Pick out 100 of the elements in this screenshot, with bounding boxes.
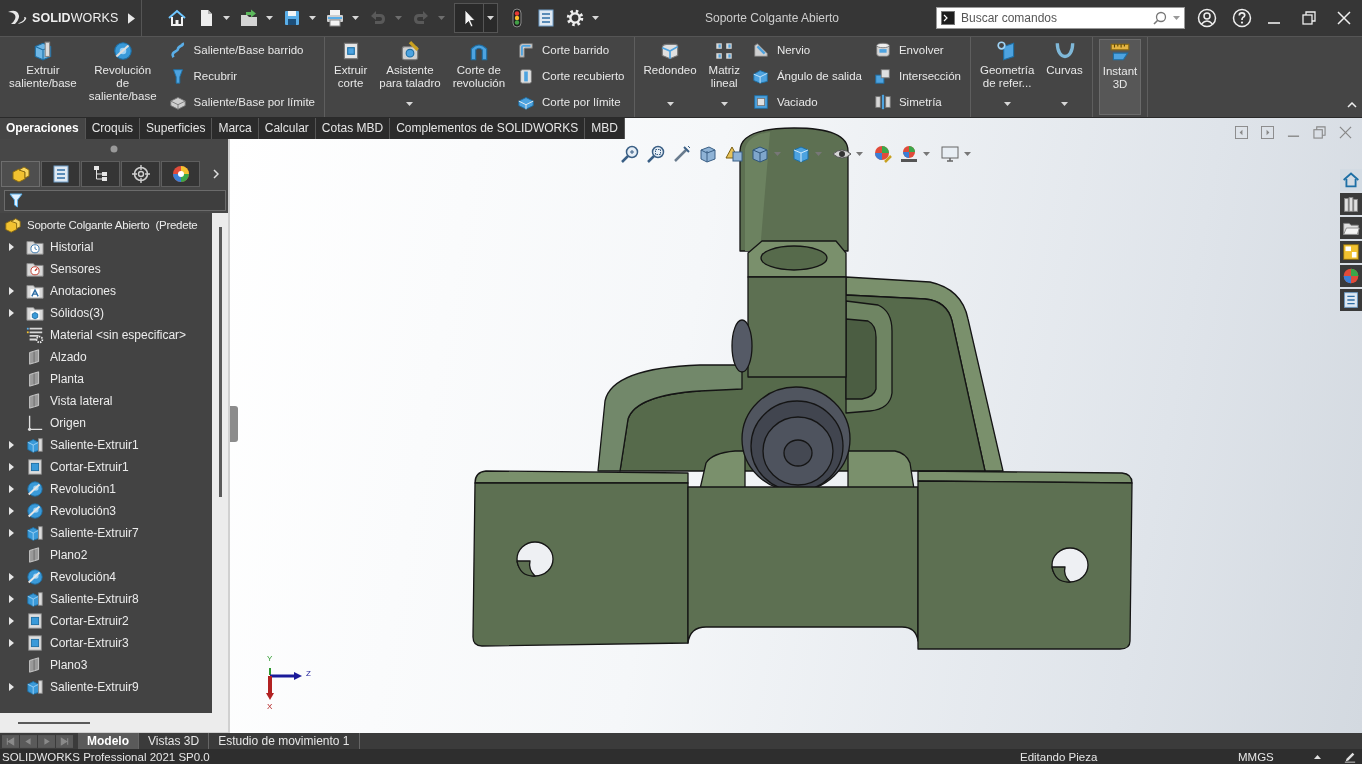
scroll-thumb[interactable] xyxy=(18,721,90,724)
tree-item[interactable]: Origen xyxy=(0,412,212,434)
wand-icon[interactable] xyxy=(672,144,692,164)
list-icon[interactable] xyxy=(536,8,556,28)
books-icon[interactable] xyxy=(1340,193,1362,215)
ribbon-button[interactable]: Corte barrido xyxy=(514,37,628,63)
ribbon-button[interactable]: Extruir saliente/base xyxy=(6,37,80,117)
ribbon-button[interactable]: Recubrir xyxy=(165,63,318,89)
expand-arrow-icon[interactable] xyxy=(8,463,14,471)
caret-up-icon[interactable] xyxy=(1314,755,1321,759)
expand-arrow-icon[interactable] xyxy=(8,507,14,515)
expand-arrow-icon[interactable] xyxy=(8,639,14,647)
expand-arrow-icon[interactable] xyxy=(8,683,14,691)
tree-item[interactable]: Planta xyxy=(0,368,212,390)
panel-tab[interactable] xyxy=(1,161,40,187)
caret-icon[interactable] xyxy=(720,102,728,106)
expand-arrow-icon[interactable] xyxy=(8,573,14,581)
chevron-right-icon[interactable] xyxy=(213,169,219,179)
splitter-handle[interactable] xyxy=(230,406,238,442)
tree-item[interactable]: Saliente-Extruir7 xyxy=(0,522,212,544)
gear-icon[interactable] xyxy=(565,8,585,28)
sectioned-cube-icon[interactable] xyxy=(698,144,718,164)
panel-tab[interactable] xyxy=(41,161,80,187)
tree-item[interactable]: Anotaciones xyxy=(0,280,212,302)
caret-icon[interactable] xyxy=(856,152,863,156)
tree-item[interactable]: Revolución4 xyxy=(0,566,212,588)
tree-item[interactable]: Sólidos(3) xyxy=(0,302,212,324)
expand-arrow-icon[interactable] xyxy=(8,485,14,493)
tree-item[interactable]: Plano2 xyxy=(0,544,212,566)
filter-field[interactable] xyxy=(4,190,226,211)
grip-dot-icon[interactable] xyxy=(110,145,118,153)
ribbon-button[interactable]: Envolver xyxy=(870,37,964,63)
tree-item[interactable]: Saliente-Extruir1 xyxy=(0,434,212,456)
ribbon-button[interactable]: Revolución de saliente/base xyxy=(85,37,160,117)
tree-item[interactable]: Vista lateral xyxy=(0,390,212,412)
tree-item[interactable]: Historial xyxy=(0,236,212,258)
monitor-icon[interactable] xyxy=(940,144,960,164)
caret-icon[interactable] xyxy=(223,16,230,20)
panel-tab[interactable] xyxy=(121,161,160,187)
expand-arrow-icon[interactable] xyxy=(8,309,14,317)
help-icon[interactable] xyxy=(1232,8,1252,28)
ribbon-button[interactable]: Saliente/Base barrido xyxy=(165,37,318,63)
zoom-area-icon[interactable] xyxy=(646,144,666,164)
folder-icon[interactable] xyxy=(1340,217,1362,239)
print-icon[interactable] xyxy=(325,8,345,28)
save-icon[interactable] xyxy=(282,8,302,28)
ribbon-button[interactable]: Corte de revolución xyxy=(449,37,509,117)
caret-icon[interactable] xyxy=(484,3,498,33)
ribbon-button[interactable]: Asistente para taladro xyxy=(376,37,444,117)
ribbon-button[interactable]: Matriz lineal xyxy=(705,37,743,117)
tree-item[interactable]: Cortar-Extruir2 xyxy=(0,610,212,632)
home-icon[interactable] xyxy=(167,8,187,28)
restore-icon[interactable] xyxy=(1302,11,1316,25)
search-input[interactable]: Buscar comandos xyxy=(961,9,1149,27)
color-ball-pencil-icon[interactable] xyxy=(873,144,893,164)
zoom-fit-icon[interactable] xyxy=(620,144,640,164)
caret-icon[interactable] xyxy=(666,102,674,106)
model-tab[interactable]: Modelo xyxy=(78,733,139,749)
tree-item[interactable]: Cortar-Extruir3 xyxy=(0,632,212,654)
folder-arrow-icon[interactable] xyxy=(239,8,259,28)
pencil-icon[interactable] xyxy=(1344,751,1356,763)
ribbon-button[interactable]: Curvas xyxy=(1043,37,1086,117)
ribbon-button[interactable]: Geometría de refer... xyxy=(976,37,1038,117)
ribbon-button[interactable]: Simetría xyxy=(870,89,964,115)
tree-item[interactable]: Alzado xyxy=(0,346,212,368)
tree-item[interactable]: Revolución1 xyxy=(0,478,212,500)
tree-item[interactable]: Plano3 xyxy=(0,654,212,676)
ribbon-button[interactable]: Vaciado xyxy=(748,89,865,115)
tree-item[interactable]: Cortar-Extruir1 xyxy=(0,456,212,478)
cube-icon[interactable] xyxy=(750,144,770,164)
color-ball-icon[interactable] xyxy=(899,144,919,164)
scroll-thumb[interactable] xyxy=(218,227,222,497)
user-icon[interactable] xyxy=(1197,8,1217,28)
ribbon-button[interactable]: Intersección xyxy=(870,63,964,89)
cursor-icon[interactable] xyxy=(454,3,484,33)
expand-arrow-icon[interactable] xyxy=(8,617,14,625)
expand-arrow-icon[interactable] xyxy=(8,287,14,295)
tree-item[interactable]: Revolución3 xyxy=(0,500,212,522)
expand-arrow-icon[interactable] xyxy=(8,595,14,603)
caret-icon[interactable] xyxy=(266,16,273,20)
tree-item[interactable]: Soporte Colgante Abierto (Predete xyxy=(0,214,212,236)
tile-right-icon[interactable] xyxy=(1261,126,1274,139)
list-icon[interactable] xyxy=(1340,289,1362,311)
search-box[interactable]: Buscar comandos xyxy=(936,7,1185,29)
tree-item[interactable]: Saliente-Extruir9 xyxy=(0,676,212,698)
layout-icon[interactable] xyxy=(1340,241,1362,263)
caret-icon[interactable] xyxy=(352,16,359,20)
ribbon-button[interactable]: Corte por límite xyxy=(514,89,628,115)
expand-arrow-icon[interactable] xyxy=(8,529,14,537)
color-ball-icon[interactable] xyxy=(1340,265,1362,287)
tree-item[interactable]: Material <sin especificar> xyxy=(0,324,212,346)
caret-icon[interactable] xyxy=(964,152,971,156)
expand-arrow-icon[interactable] xyxy=(8,243,14,251)
ribbon-button[interactable]: Corte recubierto xyxy=(514,63,628,89)
caret-icon[interactable] xyxy=(592,16,599,20)
shaded-cube-icon[interactable] xyxy=(791,144,811,164)
ribbon-button[interactable]: Redondeo xyxy=(640,37,700,117)
caret-icon[interactable] xyxy=(923,152,930,156)
expand-arrow-icon[interactable] xyxy=(8,441,14,449)
caret-icon[interactable] xyxy=(309,16,316,20)
